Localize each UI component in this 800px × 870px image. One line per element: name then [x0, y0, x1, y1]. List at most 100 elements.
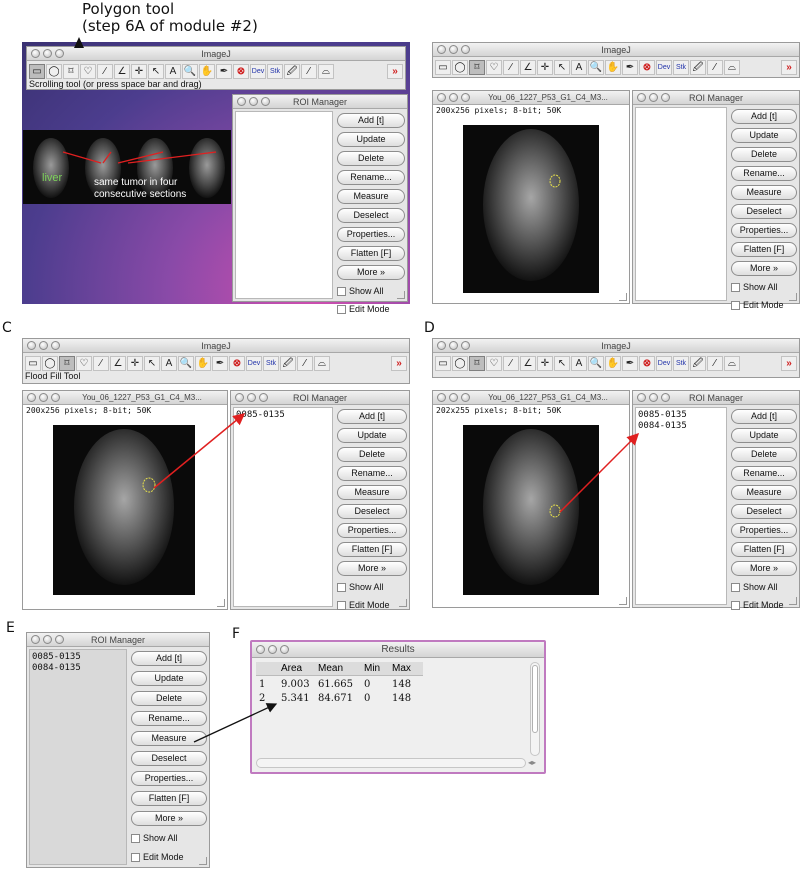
polygon-tool-icon[interactable]: ⌑	[63, 63, 79, 79]
vertical-scrollbar[interactable]	[530, 662, 540, 756]
wand-tool-icon[interactable]: ↖	[148, 63, 164, 79]
resize-grip-icon[interactable]	[789, 293, 797, 301]
roi-titlebar[interactable]: ROI Manager	[233, 95, 407, 109]
oval-tool-icon[interactable]: ◯	[452, 59, 468, 75]
add-button[interactable]: Add [t]	[337, 113, 405, 128]
close-light-icon[interactable]	[31, 49, 40, 58]
minimize-light-icon[interactable]	[249, 97, 258, 106]
results-titlebar[interactable]: Results	[252, 642, 544, 658]
oval-tool-icon[interactable]: ◯	[46, 63, 62, 79]
properties-button[interactable]: Properties...	[131, 771, 207, 786]
dropper-tool-icon[interactable]: ✒	[216, 63, 232, 79]
add-button[interactable]: Add [t]	[731, 109, 797, 124]
dev-tool-icon[interactable]: Dev	[656, 59, 672, 75]
dev-tool-icon[interactable]: Dev	[250, 63, 266, 79]
scroll-thumb[interactable]	[532, 665, 538, 733]
roi-list[interactable]	[235, 111, 333, 299]
text-tool-icon[interactable]: A	[571, 59, 587, 75]
brush-tool-icon[interactable]: ⁄	[301, 63, 317, 79]
minimize-light-icon[interactable]	[449, 45, 458, 54]
list-item[interactable]: 0084-0135	[32, 663, 124, 674]
delete-button[interactable]: Delete	[731, 147, 797, 162]
angle-tool-icon[interactable]: ∠	[520, 59, 536, 75]
stop-tool-icon[interactable]: ⊗	[639, 59, 655, 75]
close-light-icon[interactable]	[437, 45, 446, 54]
zoom-light-icon[interactable]	[55, 49, 64, 58]
polygon-tool-icon[interactable]: ⌑	[469, 59, 485, 75]
magnifier-tool-icon[interactable]: 🔍	[182, 63, 198, 79]
more-button[interactable]: More »	[131, 811, 207, 826]
update-button[interactable]: Update	[731, 128, 797, 143]
deselect-button[interactable]: Deselect	[131, 751, 207, 766]
minimize-light-icon[interactable]	[268, 645, 277, 654]
properties-button[interactable]: Properties...	[731, 223, 797, 238]
close-light-icon[interactable]	[437, 93, 446, 102]
freehand-tool-icon[interactable]: ♡	[80, 63, 96, 79]
measure-button[interactable]: Measure	[731, 185, 797, 200]
minimize-light-icon[interactable]	[43, 635, 52, 644]
measure-button[interactable]: Measure	[337, 189, 405, 204]
minimize-light-icon[interactable]	[649, 93, 658, 102]
rectangle-tool-icon[interactable]: ▭	[435, 59, 451, 75]
flood-fill-tool-icon[interactable]: ⌓	[318, 63, 334, 79]
rename-button[interactable]: Rename...	[731, 166, 797, 181]
zoom-light-icon[interactable]	[55, 635, 64, 644]
close-light-icon[interactable]	[31, 635, 40, 644]
stop-tool-icon[interactable]: ⊗	[233, 63, 249, 79]
image-titlebar[interactable]: You_06_1227_P53_G1_C4_M3...	[433, 91, 629, 105]
edit-mode-checkbox[interactable]: Edit Mode	[337, 302, 405, 316]
zoom-light-icon[interactable]	[261, 97, 270, 106]
flatten-button[interactable]: Flatten [F]	[131, 791, 207, 806]
show-all-checkbox[interactable]: Show All	[337, 284, 405, 298]
resize-grip-icon[interactable]	[397, 291, 405, 299]
add-button[interactable]: Add [t]	[131, 651, 207, 666]
flatten-button[interactable]: Flatten [F]	[731, 242, 797, 257]
minimize-light-icon[interactable]	[449, 93, 458, 102]
pencil-tool-icon[interactable]: 🖉	[284, 63, 300, 79]
close-light-icon[interactable]	[637, 93, 646, 102]
rename-button[interactable]: Rename...	[337, 170, 405, 185]
imagej-titlebar[interactable]: ImageJ	[433, 43, 799, 57]
zoom-light-icon[interactable]	[280, 645, 289, 654]
mri-image-b[interactable]	[463, 125, 599, 293]
zoom-light-icon[interactable]	[661, 93, 670, 102]
show-all-checkbox[interactable]: Show All	[731, 280, 797, 294]
more-tools-icon[interactable]: »	[781, 59, 797, 75]
freehand-tool-icon[interactable]: ♡	[486, 59, 502, 75]
angle-tool-icon[interactable]: ∠	[114, 63, 130, 79]
wand-tool-icon[interactable]: ↖	[554, 59, 570, 75]
properties-button[interactable]: Properties...	[337, 227, 405, 242]
update-button[interactable]: Update	[337, 132, 405, 147]
roi-titlebar[interactable]: ROI Manager	[633, 91, 799, 105]
zoom-light-icon[interactable]	[461, 45, 470, 54]
minimize-light-icon[interactable]	[43, 49, 52, 58]
edit-mode-checkbox[interactable]: Edit Mode	[131, 850, 207, 864]
stack-tool-icon[interactable]: Stk	[673, 59, 689, 75]
hand-tool-icon[interactable]: ✋	[605, 59, 621, 75]
line-tool-icon[interactable]: ∕	[97, 63, 113, 79]
delete-button[interactable]: Delete	[337, 151, 405, 166]
dropper-tool-icon[interactable]: ✒	[622, 59, 638, 75]
stack-tool-icon[interactable]: Stk	[267, 63, 283, 79]
line-tool-icon[interactable]: ∕	[503, 59, 519, 75]
point-tool-icon[interactable]: ✛	[537, 59, 553, 75]
flood-fill-tool-icon[interactable]: ⌓	[724, 59, 740, 75]
more-button[interactable]: More »	[337, 265, 405, 280]
more-button[interactable]: More »	[731, 261, 797, 276]
zoom-light-icon[interactable]	[461, 93, 470, 102]
update-button[interactable]: Update	[131, 671, 207, 686]
pencil-tool-icon[interactable]: 🖉	[690, 59, 706, 75]
roi-list[interactable]: 0085-0135 0084-0135	[29, 649, 127, 865]
deselect-button[interactable]: Deselect	[337, 208, 405, 223]
edit-mode-checkbox[interactable]: Edit Mode	[731, 298, 797, 312]
text-tool-icon[interactable]: A	[165, 63, 181, 79]
hand-tool-icon[interactable]: ✋	[199, 63, 215, 79]
magnifier-tool-icon[interactable]: 🔍	[588, 59, 604, 75]
deselect-button[interactable]: Deselect	[731, 204, 797, 219]
flatten-button[interactable]: Flatten [F]	[337, 246, 405, 261]
resize-grip-icon[interactable]	[619, 293, 627, 301]
more-tools-icon[interactable]: »	[387, 63, 403, 79]
rectangle-tool-icon[interactable]: ▭	[29, 63, 45, 79]
resize-grip-icon[interactable]	[199, 857, 207, 865]
scroll-arrows-icon[interactable]: ◂▸	[528, 758, 540, 768]
